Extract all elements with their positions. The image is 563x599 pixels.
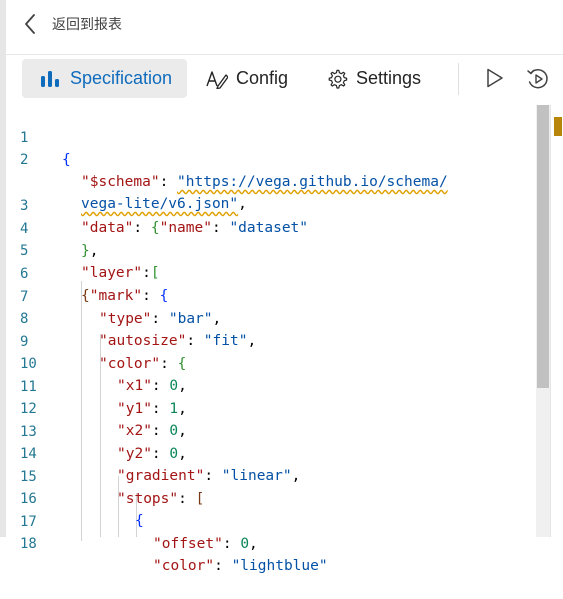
code-text: { bbox=[135, 513, 144, 529]
back-to-report-button[interactable]: 返回到报表 bbox=[24, 14, 122, 34]
vertical-scrollbar[interactable] bbox=[536, 105, 550, 537]
code-line: 14 "gradient": "linear", bbox=[6, 421, 300, 484]
code-text: "layer":[ bbox=[81, 265, 160, 281]
code-line: 1 { bbox=[6, 105, 71, 168]
code-line: 11 "y1": 1, bbox=[6, 354, 187, 417]
play-icon bbox=[483, 68, 505, 93]
code-text: {"mark": { bbox=[81, 288, 169, 304]
code-text: "y1": 1, bbox=[117, 401, 187, 417]
code-text: "gradient": "linear", bbox=[117, 468, 301, 484]
code-line: 10 "x1": 0, bbox=[6, 331, 187, 394]
chevron-left-icon bbox=[24, 14, 36, 34]
tab-label: Specification bbox=[70, 68, 173, 88]
auto-run-button[interactable] bbox=[526, 67, 550, 96]
tab-config[interactable]: Config bbox=[206, 59, 306, 98]
code-text: "data": {"name": "dataset" bbox=[81, 220, 309, 236]
play-circle-icon bbox=[526, 68, 550, 95]
code-text: "$schema": "https://vega.github.io/schem… bbox=[81, 174, 448, 190]
bar-chart-icon bbox=[40, 70, 60, 88]
code-text: { bbox=[62, 152, 71, 168]
code-line-wrapped: vega-lite/v6.json", bbox=[6, 149, 247, 212]
code-line: 8 "autosize": "fit", bbox=[6, 286, 256, 349]
code-text: "y2": 0, bbox=[117, 446, 187, 462]
code-line: 4 }, bbox=[6, 196, 98, 259]
indent-guide bbox=[81, 281, 82, 541]
toolbar-separator bbox=[458, 63, 459, 95]
tab-label: Config bbox=[236, 68, 289, 88]
code-text: "x2": 0, bbox=[117, 423, 187, 439]
run-button[interactable] bbox=[483, 67, 505, 94]
code-line: 18 "color": "lightblue" bbox=[6, 511, 328, 574]
overview-ruler bbox=[550, 105, 563, 537]
gear-icon bbox=[326, 68, 348, 90]
code-line: 12 "x2": 0, bbox=[6, 376, 187, 439]
code-line: 3 "data": {"name": "dataset" bbox=[6, 173, 308, 236]
code-text: "autosize": "fit", bbox=[99, 333, 257, 349]
code-line: 15 "stops": [ bbox=[6, 444, 204, 507]
line-number: 18 bbox=[20, 536, 37, 552]
code-text: "x1": 0, bbox=[117, 378, 187, 394]
code-text: vega-lite/v6.json", bbox=[81, 196, 247, 212]
editor-toolbar: Specification Config Settings bbox=[6, 55, 563, 105]
scrollbar-thumb[interactable] bbox=[537, 105, 549, 388]
code-line: 2 "$schema": "https://vega.github.io/sch… bbox=[6, 127, 448, 190]
tab-settings[interactable]: Settings bbox=[326, 59, 456, 98]
header-bar: 返回到报表 bbox=[6, 0, 563, 48]
code-line: 13 "y2": 0, bbox=[6, 399, 187, 462]
code-text: "color": { bbox=[99, 356, 187, 372]
tab-specification[interactable]: Specification bbox=[22, 59, 187, 98]
warning-marker bbox=[554, 117, 562, 136]
code-editor[interactable]: 1 { 2 "$schema": "https://vega.github.io… bbox=[6, 105, 563, 574]
code-line: 6 {"mark": { bbox=[6, 241, 168, 304]
code-line: 17 "offset": 0, bbox=[6, 489, 258, 552]
code-text: "offset": 0, bbox=[153, 536, 258, 552]
code-line: 9 "color": { bbox=[6, 309, 186, 372]
code-text: }, bbox=[81, 243, 99, 259]
code-text: "type": "bar", bbox=[99, 311, 222, 327]
code-line: 5 "layer":[ bbox=[6, 218, 160, 281]
tab-label: Settings bbox=[356, 68, 422, 88]
text-edit-icon bbox=[206, 69, 228, 89]
code-line: 16 { bbox=[6, 466, 144, 529]
code-text: "color": "lightblue" bbox=[153, 558, 328, 574]
code-line: 7 "type": "bar", bbox=[6, 264, 221, 327]
back-label: 返回到报表 bbox=[52, 16, 122, 32]
code-text: "stops": [ bbox=[117, 491, 205, 507]
